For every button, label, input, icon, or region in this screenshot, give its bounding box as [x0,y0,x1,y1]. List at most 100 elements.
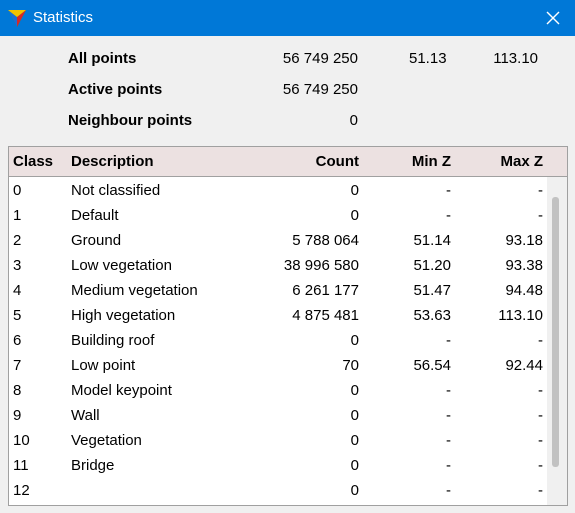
summary-neighbour-points-count: 0 [349,112,358,129]
cell-class: 2 [13,232,22,249]
table-row[interactable]: 11 Bridge 0 - - [9,452,547,477]
cell-max-z: 92.44 [505,357,543,374]
scrollbar-thumb[interactable] [552,197,559,467]
cell-class: 5 [13,307,22,324]
cell-description: Model keypoint [71,382,172,399]
table-row[interactable]: 12 0 - - [9,477,547,502]
table-row[interactable]: 4 Medium vegetation 6 261 177 51.47 94.48 [9,277,547,302]
cell-description: Default [71,207,119,224]
cell-max-z: - [538,182,543,199]
cell-description: Low vegetation [71,257,172,274]
cell-count: 0 [350,407,359,424]
cell-count: 0 [350,332,359,349]
table-row[interactable]: 2 Ground 5 788 064 51.14 93.18 [9,227,547,252]
cell-class: 1 [13,207,22,224]
table-row[interactable]: 6 Building roof 0 - - [9,327,547,352]
summary-all-points-max-z: 113.10 [493,50,538,67]
cell-min-z: 51.20 [413,257,451,274]
cell-class: 4 [13,282,22,299]
cell-class: 3 [13,257,22,274]
table-header: Class Description Count Min Z Max Z [9,147,567,177]
cell-min-z: - [446,407,451,424]
table-row[interactable]: 0 Not classified 0 - - [9,177,547,202]
cell-count: 5 788 064 [292,232,359,249]
cell-count: 0 [350,432,359,449]
cell-max-z: - [538,382,543,399]
cell-min-z: 56.54 [413,357,451,374]
cell-description: Low point [71,357,136,374]
cell-description: Not classified [71,182,161,199]
cell-max-z: - [538,457,543,474]
table-row[interactable]: 7 Low point 70 56.54 92.44 [9,352,547,377]
vertical-scrollbar[interactable] [547,177,567,505]
cell-count: 0 [350,207,359,224]
table-row[interactable]: 3 Low vegetation 38 996 580 51.20 93.38 [9,252,547,277]
cell-min-z: - [446,382,451,399]
cell-count: 0 [350,182,359,199]
cell-description: High vegetation [71,307,176,324]
cell-description: Vegetation [71,432,142,449]
summary-active-points-label: Active points [68,81,163,98]
summary-panel: All points 56 749 250 51.13 113.10 Activ… [0,36,575,140]
cell-class: 0 [13,182,22,199]
cell-max-z: - [538,332,543,349]
cell-count: 6 261 177 [292,282,359,299]
cell-min-z: 51.47 [413,282,451,299]
cell-max-z: - [538,432,543,449]
cell-count: 0 [350,457,359,474]
column-header-class[interactable]: Class [13,153,53,170]
cell-count: 0 [350,482,359,499]
close-icon [546,11,560,25]
cell-max-z: 94.48 [505,282,543,299]
cell-description: Bridge [71,457,115,474]
cell-min-z: - [446,482,451,499]
cell-description: Medium vegetation [71,282,198,299]
summary-neighbour-points-label: Neighbour points [68,112,193,129]
cell-min-z: - [446,207,451,224]
cell-count: 38 996 580 [283,257,359,274]
window-title: Statistics [33,9,94,26]
cell-description: Building roof [71,332,155,349]
cell-class: 12 [13,482,30,499]
cell-class: 7 [13,357,22,374]
column-header-count[interactable]: Count [316,153,359,170]
summary-all-points-label: All points [68,50,137,67]
cell-max-z: 93.38 [505,257,543,274]
table-row[interactable]: 9 Wall 0 - - [9,402,547,427]
cell-class: 8 [13,382,22,399]
class-statistics-table: Class Description Count Min Z Max Z 0 Not… [8,146,568,506]
summary-all-points-min-z: 51.13 [409,50,447,67]
column-header-max-z[interactable]: Max Z [500,153,543,170]
cell-description: Ground [71,232,122,249]
close-button[interactable] [531,0,575,36]
cell-count: 4 875 481 [292,307,359,324]
cell-class: 11 [13,457,29,474]
table-row[interactable]: 10 Vegetation 0 - - [9,427,547,452]
table-row[interactable]: 1 Default 0 - - [9,202,547,227]
table-row[interactable]: 5 High vegetation 4 875 481 53.63 113.10 [9,302,547,327]
cell-max-z: - [538,207,543,224]
cell-class: 6 [13,332,22,349]
cell-min-z: - [446,182,451,199]
table-row[interactable]: 8 Model keypoint 0 - - [9,377,547,402]
column-header-min-z[interactable]: Min Z [412,153,451,170]
cell-class: 10 [13,432,30,449]
cell-min-z: - [446,332,451,349]
cell-max-z: - [538,407,543,424]
column-header-description[interactable]: Description [71,153,154,170]
title-bar: Statistics [0,0,575,36]
cell-class: 9 [13,407,22,424]
cell-min-z: 51.14 [413,232,451,249]
summary-all-points-count: 56 749 250 [282,50,358,67]
cell-max-z: 113.10 [498,307,543,324]
cell-max-z: 93.18 [505,232,543,249]
cell-min-z: - [446,457,451,474]
app-logo-icon [8,10,26,27]
cell-count: 0 [350,382,359,399]
cell-description: Wall [71,407,100,424]
cell-min-z: 53.63 [413,307,451,324]
summary-active-points-count: 56 749 250 [282,81,358,98]
cell-count: 70 [342,357,359,374]
cell-min-z: - [446,432,451,449]
table-body: 0 Not classified 0- -1 Default 0- -2 Ground 5 78… [9,177,547,505]
